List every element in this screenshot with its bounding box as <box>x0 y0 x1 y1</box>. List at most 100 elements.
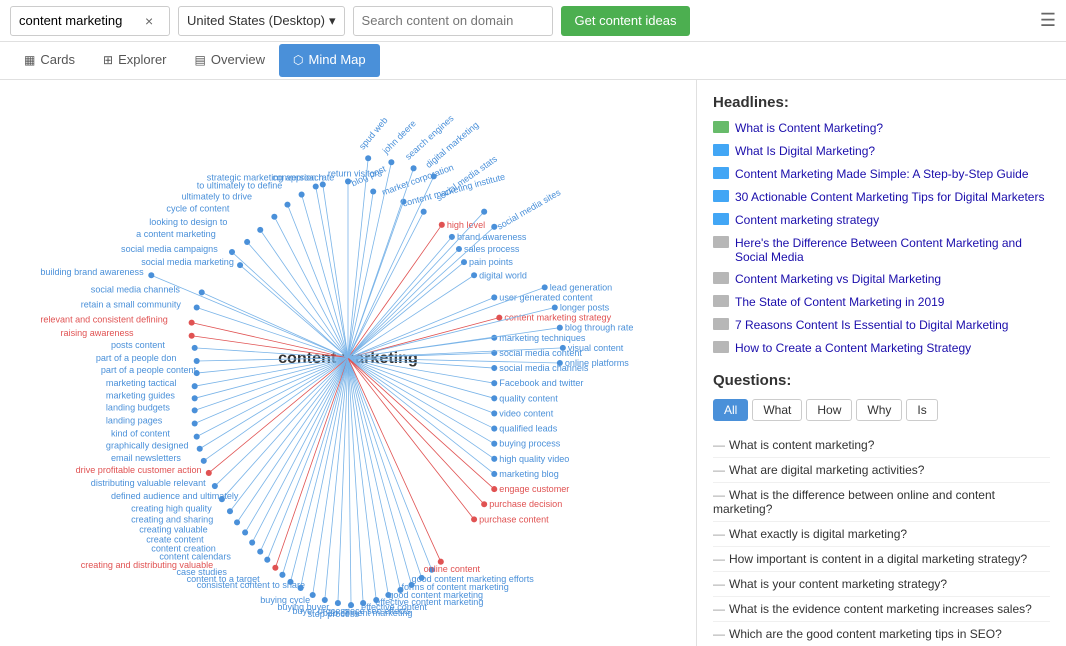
svg-text:social media campaigns: social media campaigns <box>121 244 218 254</box>
svg-text:online content: online content <box>424 564 481 574</box>
headline-flag <box>713 318 729 333</box>
mindmap-tab-icon: ⬡ <box>293 53 303 67</box>
svg-text:creating valuable: creating valuable <box>139 524 208 534</box>
search-box: × <box>10 6 170 36</box>
svg-text:part of a people don: part of a people don <box>96 353 177 363</box>
svg-text:relevant and consistent defini: relevant and consistent defining <box>40 315 167 325</box>
headline-flag <box>713 272 729 287</box>
svg-text:pain points: pain points <box>469 257 513 267</box>
svg-text:social media marketing: social media marketing <box>141 257 234 267</box>
country-label: United States (Desktop) <box>187 13 325 28</box>
svg-text:video content: video content <box>499 408 553 418</box>
svg-text:return visitors: return visitors <box>328 168 383 178</box>
svg-text:distributing valuable relevant: distributing valuable relevant <box>91 478 206 488</box>
svg-text:content marketing strategy: content marketing strategy <box>504 313 611 323</box>
headline-text: The State of Content Marketing in 2019 <box>735 295 944 309</box>
menu-icon[interactable]: ☰ <box>1040 10 1056 31</box>
question-item[interactable]: —Which are the good content marketing ti… <box>713 622 1050 646</box>
svg-text:landing budgets: landing budgets <box>106 402 170 412</box>
svg-text:landing pages: landing pages <box>106 416 163 426</box>
question-item[interactable]: —How important is content in a digital m… <box>713 547 1050 572</box>
filter-button[interactable]: All <box>713 399 748 421</box>
svg-text:cycle of content: cycle of content <box>166 204 229 214</box>
mindmap-area: .mm-center { font-size: 16px; font-weigh… <box>0 80 696 646</box>
tab-overview[interactable]: ▤ Overview <box>181 44 280 77</box>
headline-item[interactable]: Here's the Difference Between Content Ma… <box>713 236 1050 264</box>
filter-button[interactable]: Why <box>856 399 902 421</box>
questions-filters: AllWhatHowWhyIs <box>713 399 1050 421</box>
question-item[interactable]: —What is your content marketing strategy… <box>713 572 1050 597</box>
clear-icon[interactable]: × <box>145 13 153 29</box>
svg-text:purchase decision: purchase decision <box>489 499 562 509</box>
tab-cards[interactable]: ▦ Cards <box>10 44 89 77</box>
svg-text:marketing tactical: marketing tactical <box>106 378 177 388</box>
headline-text: Here's the Difference Between Content Ma… <box>735 236 1050 264</box>
tab-explorer[interactable]: ⊞ Explorer <box>89 44 180 77</box>
headline-item[interactable]: How to Create a Content Marketing Strate… <box>713 341 1050 356</box>
filter-button[interactable]: What <box>752 399 802 421</box>
headline-item[interactable]: The State of Content Marketing in 2019 <box>713 295 1050 310</box>
main-content: .mm-center { font-size: 16px; font-weigh… <box>0 80 1066 646</box>
svg-text:drive profitable customer acti: drive profitable customer action <box>76 465 202 475</box>
headline-flag <box>713 236 729 251</box>
tab-cards-label: Cards <box>40 52 75 67</box>
headline-text: How to Create a Content Marketing Strate… <box>735 341 971 355</box>
svg-text:raising awareness: raising awareness <box>61 328 135 338</box>
question-item[interactable]: —What exactly is digital marketing? <box>713 522 1050 547</box>
question-dash: — <box>713 488 725 502</box>
cards-tab-icon: ▦ <box>24 53 35 67</box>
svg-text:posts content: posts content <box>111 340 165 350</box>
headline-flag <box>713 190 729 205</box>
svg-text:building brand awareness: building brand awareness <box>40 267 144 277</box>
headlines-list: What is Content Marketing? What Is Digita… <box>713 121 1050 356</box>
filter-button[interactable]: Is <box>906 399 937 421</box>
question-item[interactable]: —What is content marketing? <box>713 433 1050 458</box>
svg-text:marketing blog: marketing blog <box>499 469 558 479</box>
tab-mindmap[interactable]: ⬡ Mind Map <box>279 44 380 77</box>
svg-text:graphically designed: graphically designed <box>106 441 189 451</box>
mindmap-svg: .mm-center { font-size: 16px; font-weigh… <box>0 80 696 646</box>
domain-search-input[interactable] <box>353 6 553 36</box>
question-item[interactable]: —What is the difference between online a… <box>713 483 1050 522</box>
svg-text:creating high quality: creating high quality <box>131 503 212 513</box>
questions-title: Questions: <box>713 372 1050 389</box>
chevron-down-icon: ▾ <box>329 13 336 29</box>
tabs-bar: ▦ Cards ⊞ Explorer ▤ Overview ⬡ Mind Map <box>0 42 1066 80</box>
question-dash: — <box>713 463 725 477</box>
svg-text:high quality video: high quality video <box>499 454 569 464</box>
svg-text:user generated content: user generated content <box>499 292 593 302</box>
svg-text:Facebook and twitter: Facebook and twitter <box>499 378 583 388</box>
search-input[interactable] <box>19 13 139 28</box>
svg-text:creating and sharing: creating and sharing <box>131 514 213 524</box>
headline-flag <box>713 295 729 310</box>
headline-item[interactable]: What Is Digital Marketing? <box>713 144 1050 159</box>
headline-text: What is Content Marketing? <box>735 121 883 135</box>
questions-list: —What is content marketing?—What are dig… <box>713 433 1050 646</box>
question-item[interactable]: —What is the evidence content marketing … <box>713 597 1050 622</box>
svg-text:engage customer: engage customer <box>499 484 569 494</box>
svg-text:strategic marketing approach: strategic marketing approach <box>207 172 324 182</box>
svg-text:blog through rate: blog through rate <box>565 323 634 333</box>
tab-explorer-label: Explorer <box>118 52 166 67</box>
headlines-title: Headlines: <box>713 94 1050 111</box>
question-item[interactable]: —What are digital marketing activities? <box>713 458 1050 483</box>
question-dash: — <box>713 627 725 641</box>
headline-item[interactable]: Content marketing strategy <box>713 213 1050 228</box>
country-select[interactable]: United States (Desktop) ▾ <box>178 6 345 36</box>
headline-item[interactable]: Content Marketing vs Digital Marketing <box>713 272 1050 287</box>
headline-item[interactable]: 30 Actionable Content Marketing Tips for… <box>713 190 1050 205</box>
headline-item[interactable]: What is Content Marketing? <box>713 121 1050 136</box>
questions-section: Questions: AllWhatHowWhyIs —What is cont… <box>713 372 1050 646</box>
svg-text:visual content: visual content <box>568 343 624 353</box>
svg-text:ultimately to drive: ultimately to drive <box>182 192 253 202</box>
headline-item[interactable]: Content Marketing Made Simple: A Step-by… <box>713 167 1050 182</box>
get-content-ideas-button[interactable]: Get content ideas <box>561 6 691 36</box>
filter-button[interactable]: How <box>806 399 852 421</box>
svg-text:online platforms: online platforms <box>565 358 629 368</box>
svg-text:email newsletters: email newsletters <box>111 453 181 463</box>
svg-text:qualified leads: qualified leads <box>499 424 557 434</box>
headline-item[interactable]: 7 Reasons Content Is Essential to Digita… <box>713 318 1050 333</box>
svg-text:sales process: sales process <box>464 244 520 254</box>
svg-text:part of a people content: part of a people content <box>101 365 197 375</box>
headline-text: Content Marketing vs Digital Marketing <box>735 272 941 286</box>
